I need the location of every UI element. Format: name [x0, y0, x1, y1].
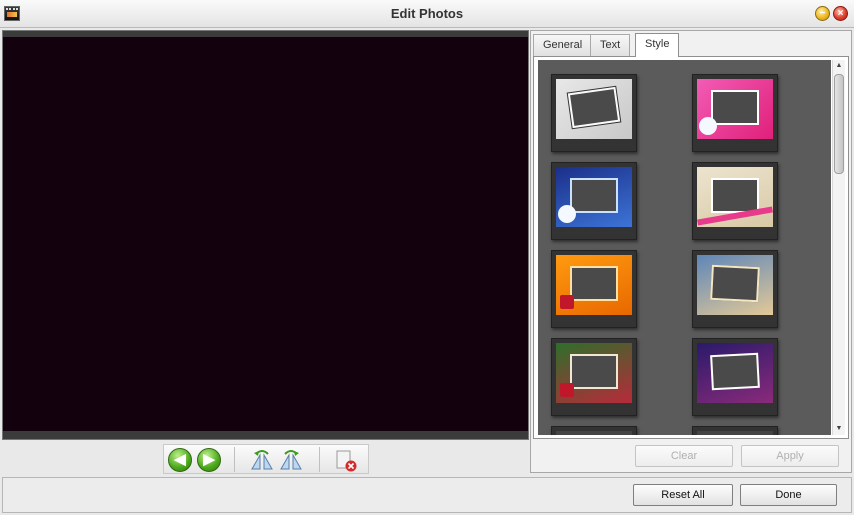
next-photo-button[interactable]: ▶: [197, 448, 221, 472]
photo-toolbar: ◀ ▶: [163, 444, 369, 474]
flip-vertical-icon: [280, 450, 302, 470]
frame-option-partial[interactable]: [692, 426, 778, 435]
photo-canvas[interactable]: [3, 37, 528, 431]
previous-photo-button[interactable]: ◀: [168, 448, 192, 472]
apply-button[interactable]: Apply: [741, 445, 839, 467]
frame-thumbnail: [697, 167, 773, 227]
frame-thumbnail: [556, 79, 632, 139]
title-bar: Edit Photos − ×: [0, 0, 854, 28]
frame-option-purple-night[interactable]: [692, 338, 778, 416]
style-tab-content: ▲ ▼: [533, 56, 849, 439]
arrow-left-icon: ◀: [174, 451, 186, 468]
frame-option-orange-gift[interactable]: [551, 250, 637, 328]
gallery-scrollbar[interactable]: ▲ ▼: [832, 60, 845, 435]
frame-thumbnail: [697, 255, 773, 315]
frame-option-cream-ribbon[interactable]: [692, 162, 778, 240]
scrollbar-thumb[interactable]: [834, 74, 844, 174]
done-button[interactable]: Done: [740, 484, 837, 506]
close-button[interactable]: ×: [833, 6, 848, 21]
delete-photo-icon: [336, 450, 357, 472]
toolbar-divider: [319, 447, 320, 472]
frame-gallery: [538, 60, 831, 435]
frame-option-green-holiday[interactable]: [551, 338, 637, 416]
tab-bar: General Text Style: [531, 33, 853, 57]
frame-option-partial[interactable]: [551, 426, 637, 435]
dialog-footer: Reset All Done: [2, 477, 852, 513]
style-side-panel: General Text Style ▲ ▼ Clear Apply: [530, 30, 852, 473]
frame-thumbnail: [556, 255, 632, 315]
frame-option-pink-teddy[interactable]: [692, 74, 778, 152]
toolbar-divider: [234, 447, 235, 472]
flip-vertical-button[interactable]: [279, 448, 303, 472]
minimize-button[interactable]: −: [815, 6, 830, 21]
reset-all-button[interactable]: Reset All: [633, 484, 733, 506]
tab-style[interactable]: Style: [635, 33, 680, 57]
delete-photo-button[interactable]: [334, 448, 358, 472]
frame-option-plain-white[interactable]: [551, 74, 637, 152]
frame-thumbnail: [697, 343, 773, 403]
window-title: Edit Photos: [390, 6, 464, 21]
arrow-right-icon: ▶: [203, 451, 215, 468]
close-icon: ×: [837, 8, 844, 19]
tab-text[interactable]: Text: [590, 34, 631, 56]
clear-button[interactable]: Clear: [635, 445, 733, 467]
frame-thumbnail: [556, 343, 632, 403]
frame-thumbnail: [556, 431, 632, 435]
frame-option-gold-vintage[interactable]: [692, 250, 778, 328]
frame-thumbnail: [697, 431, 773, 435]
frame-option-blue-teddy[interactable]: [551, 162, 637, 240]
frame-thumbnail: [697, 79, 773, 139]
tab-general[interactable]: General: [533, 34, 593, 56]
flip-horizontal-icon: [251, 450, 273, 470]
minimize-icon: −: [819, 8, 826, 19]
scroll-down-arrow-icon[interactable]: ▼: [833, 423, 845, 435]
scroll-up-arrow-icon[interactable]: ▲: [833, 60, 845, 72]
flip-horizontal-button[interactable]: [250, 448, 274, 472]
frame-thumbnail: [556, 167, 632, 227]
photo-preview-pane: [2, 30, 529, 440]
